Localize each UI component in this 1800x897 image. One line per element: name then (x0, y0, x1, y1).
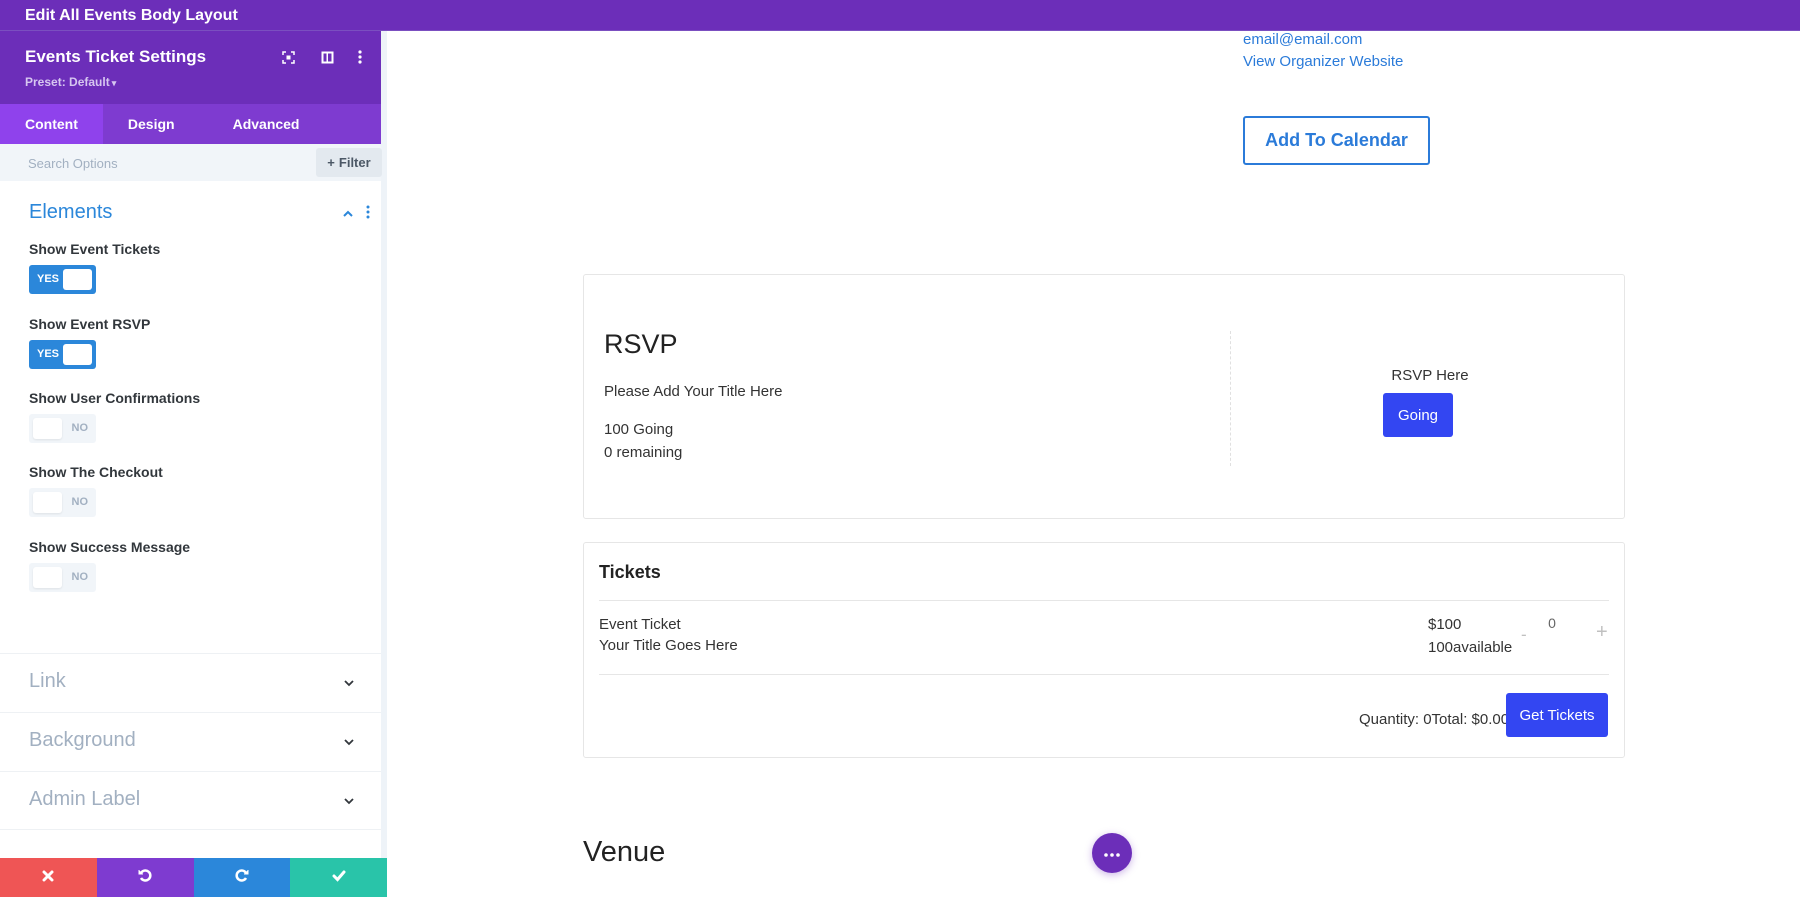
search-options-input[interactable] (18, 149, 308, 177)
organizer-email-link[interactable]: email@email.com (1243, 31, 1362, 48)
option-show-the-checkout: Show The Checkout NO (29, 464, 163, 517)
tab-advanced[interactable]: Advanced (208, 104, 325, 144)
section-admin-label[interactable]: Admin Label (0, 771, 381, 830)
redo-button[interactable] (193, 858, 291, 897)
filter-label: Filter (338, 155, 371, 170)
settings-panel: Events Ticket Settings Preset: Default ▾ … (0, 31, 387, 897)
more-vertical-icon[interactable] (352, 49, 368, 65)
toggle-state: NO (71, 496, 89, 508)
section-title-elements[interactable]: Elements (29, 201, 112, 224)
builder-title-bar: Edit All Events Body Layout (0, 0, 1800, 31)
save-button[interactable] (290, 858, 387, 897)
rsvp-remaining-count: 0 remaining (604, 444, 683, 461)
section-menu-icon[interactable] (366, 205, 372, 221)
section-title-admin-label: Admin Label (29, 788, 141, 810)
ticket-quantity-input[interactable] (1541, 615, 1563, 631)
divider (599, 600, 1609, 601)
tickets-title: Tickets (599, 562, 661, 582)
builder-options-button[interactable] (1092, 833, 1132, 873)
organizer-website-link[interactable]: View Organizer Website (1243, 53, 1403, 70)
rsvp-subtitle: Please Add Your Title Here (604, 383, 783, 400)
toggle-knob (63, 344, 92, 365)
toggle-show-event-rsvp[interactable]: YES (29, 340, 96, 369)
option-label: Show The Checkout (29, 464, 163, 480)
toggle-state: YES (37, 273, 60, 285)
chevron-down-icon (343, 676, 355, 688)
toggle-show-user-confirmations[interactable]: NO (29, 414, 96, 443)
rsvp-title: RSVP (604, 329, 678, 359)
section-background[interactable]: Background (0, 712, 381, 771)
section-title-background: Background (29, 729, 136, 751)
option-show-success-message: Show Success Message NO (29, 539, 190, 592)
option-show-user-confirmations: Show User Confirmations NO (29, 390, 200, 443)
caret-down-icon: ▾ (111, 78, 117, 88)
rsvp-going-count: 100 Going (604, 421, 674, 438)
add-to-calendar-button[interactable]: Add To Calendar (1243, 116, 1430, 165)
increase-quantity-button[interactable]: + (1596, 621, 1608, 644)
ticket-name: Event Ticket (599, 616, 681, 633)
ticket-availability: 100available (1428, 639, 1513, 656)
rsvp-prompt: RSVP Here (1391, 367, 1469, 384)
tickets-card: Tickets Event Ticket Your Title Goes Her… (583, 542, 1625, 758)
toggle-state: NO (71, 571, 89, 583)
ticket-summary: Quantity: 0Total: $0.00 (1359, 711, 1510, 728)
checkmark-icon (332, 869, 346, 887)
close-icon (42, 869, 54, 887)
tab-content[interactable]: Content (0, 104, 103, 144)
rsvp-divider (1230, 331, 1231, 466)
chevron-up-icon[interactable] (341, 207, 355, 221)
settings-footer (0, 858, 387, 897)
option-label: Show Event Tickets (29, 241, 161, 257)
focus-mode-icon[interactable] (280, 49, 296, 65)
divider (599, 674, 1609, 675)
filter-button[interactable]: + Filter (316, 148, 382, 177)
toggle-knob (63, 269, 92, 290)
page-preview: email@email.com View Organizer Website A… (387, 31, 1800, 897)
toggle-knob (33, 567, 62, 588)
tab-design[interactable]: Design (103, 104, 208, 144)
ticket-description: Your Title Goes Here (599, 637, 738, 654)
settings-header: Events Ticket Settings Preset: Default ▾ (0, 31, 381, 104)
option-label: Show Event RSVP (29, 316, 151, 332)
decrease-quantity-button[interactable]: - (1521, 625, 1527, 645)
plus-icon: + (327, 155, 335, 170)
option-show-event-tickets: Show Event Tickets YES (29, 241, 160, 294)
ticket-price: $100 (1428, 616, 1462, 633)
toggle-show-event-tickets[interactable]: YES (29, 265, 96, 294)
option-show-event-rsvp: Show Event RSVP YES (29, 316, 150, 369)
redo-icon (235, 868, 249, 887)
settings-tabs: Content Design Advanced (0, 104, 381, 144)
chevron-down-icon (343, 794, 355, 806)
rsvp-card: RSVP Please Add Your Title Here 100 Goin… (583, 274, 1625, 519)
option-label: Show User Confirmations (29, 390, 201, 406)
preset-label: Preset: Default (25, 75, 110, 89)
toggle-state: YES (37, 348, 60, 360)
split-view-icon[interactable] (319, 49, 335, 65)
toggle-knob (33, 418, 62, 439)
section-link[interactable]: Link (0, 653, 381, 712)
discard-button[interactable] (0, 858, 97, 897)
toggle-knob (33, 492, 62, 513)
undo-icon (138, 868, 152, 887)
chevron-down-icon (343, 735, 355, 747)
builder-title: Edit All Events Body Layout (25, 7, 238, 24)
toggle-show-success-message[interactable]: NO (29, 563, 96, 592)
toggle-state: NO (71, 422, 89, 434)
undo-button[interactable] (96, 858, 194, 897)
option-label: Show Success Message (29, 539, 191, 555)
section-title-link: Link (29, 670, 66, 692)
venue-heading: Venue (583, 836, 666, 868)
preset-selector[interactable]: Preset: Default ▾ (25, 75, 116, 89)
more-horizontal-icon (1103, 844, 1121, 862)
search-bar: + Filter (0, 144, 382, 181)
going-button[interactable]: Going (1383, 393, 1453, 437)
get-tickets-button[interactable]: Get Tickets (1506, 693, 1608, 737)
module-settings-title: Events Ticket Settings (25, 47, 207, 66)
toggle-show-the-checkout[interactable]: NO (29, 488, 96, 517)
